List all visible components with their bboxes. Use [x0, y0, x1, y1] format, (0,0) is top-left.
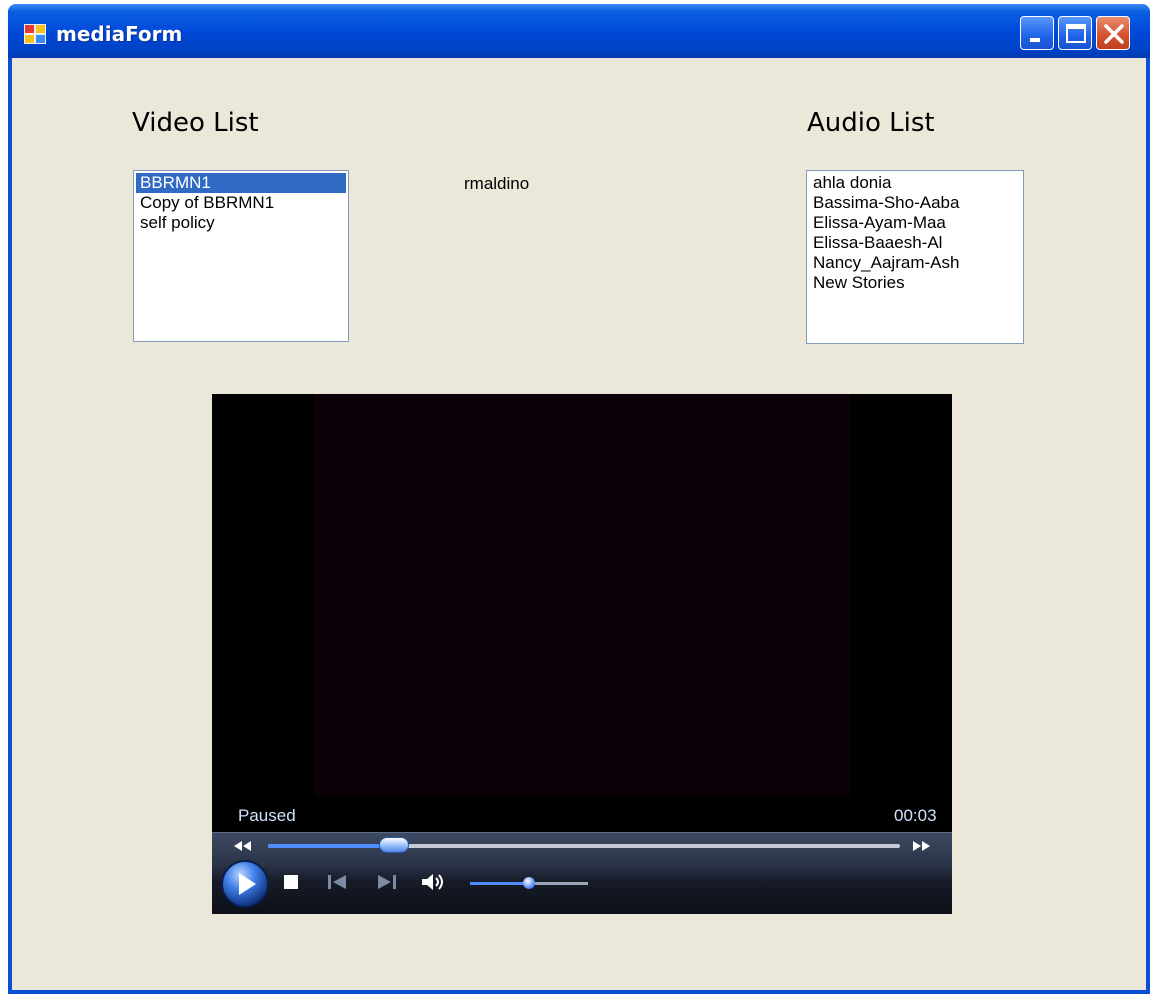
playback-time: 00:03	[894, 806, 937, 825]
rewind-icon[interactable]	[234, 841, 252, 851]
title-bar[interactable]: mediaForm	[8, 4, 1150, 58]
video-list-title: Video List	[132, 108, 259, 138]
minimize-button[interactable]	[1020, 16, 1054, 50]
audio-list-item[interactable]: New Stories	[809, 273, 1021, 293]
video-list-item[interactable]: Copy of BBRMN1	[136, 193, 346, 213]
audio-list-item[interactable]: ahla donia	[809, 173, 1021, 193]
seek-bar[interactable]	[268, 844, 900, 848]
audio-list-item[interactable]: Bassima-Sho-Aaba	[809, 193, 1021, 213]
video-display[interactable]	[314, 394, 850, 796]
form-client-area: Video List Audio List BBRMN1 Copy of BBR…	[12, 58, 1146, 990]
maximize-button[interactable]	[1058, 16, 1092, 50]
app-icon	[24, 24, 46, 44]
audio-list-title: Audio List	[807, 108, 935, 138]
audio-list-item[interactable]: Elissa-Baaesh-Al	[809, 233, 1021, 253]
seek-progress	[268, 844, 395, 848]
maximize-icon	[1066, 24, 1086, 43]
stop-icon[interactable]	[284, 875, 298, 889]
previous-icon[interactable]	[328, 875, 346, 889]
window-title: mediaForm	[56, 22, 183, 46]
audio-list-item[interactable]: Elissa-Ayam-Maa	[809, 213, 1021, 233]
media-form-window: mediaForm Video List Audio List BBRMN1 C…	[8, 4, 1150, 994]
media-player[interactable]: Paused 00:03	[212, 394, 952, 914]
video-listbox[interactable]: BBRMN1 Copy of BBRMN1 self policy	[133, 170, 349, 342]
seek-thumb[interactable]	[379, 837, 410, 853]
player-controls	[212, 832, 952, 914]
close-button[interactable]	[1096, 16, 1130, 50]
next-icon[interactable]	[378, 875, 396, 889]
volume-icon[interactable]	[422, 873, 446, 891]
playback-status: Paused	[238, 806, 296, 825]
fast-forward-icon[interactable]	[912, 841, 930, 851]
video-list-item[interactable]: BBRMN1	[136, 173, 346, 193]
video-list-item[interactable]: self policy	[136, 213, 346, 233]
close-icon	[1104, 24, 1124, 44]
volume-thumb[interactable]	[523, 877, 535, 889]
now-playing-label: rmaldino	[464, 174, 530, 193]
audio-listbox[interactable]: ahla donia Bassima-Sho-Aaba Elissa-Ayam-…	[806, 170, 1024, 344]
volume-level	[470, 882, 529, 885]
audio-list-item[interactable]: Nancy_Aajram-Ash	[809, 253, 1021, 273]
play-icon[interactable]	[220, 859, 270, 909]
minimize-icon	[1030, 38, 1040, 42]
